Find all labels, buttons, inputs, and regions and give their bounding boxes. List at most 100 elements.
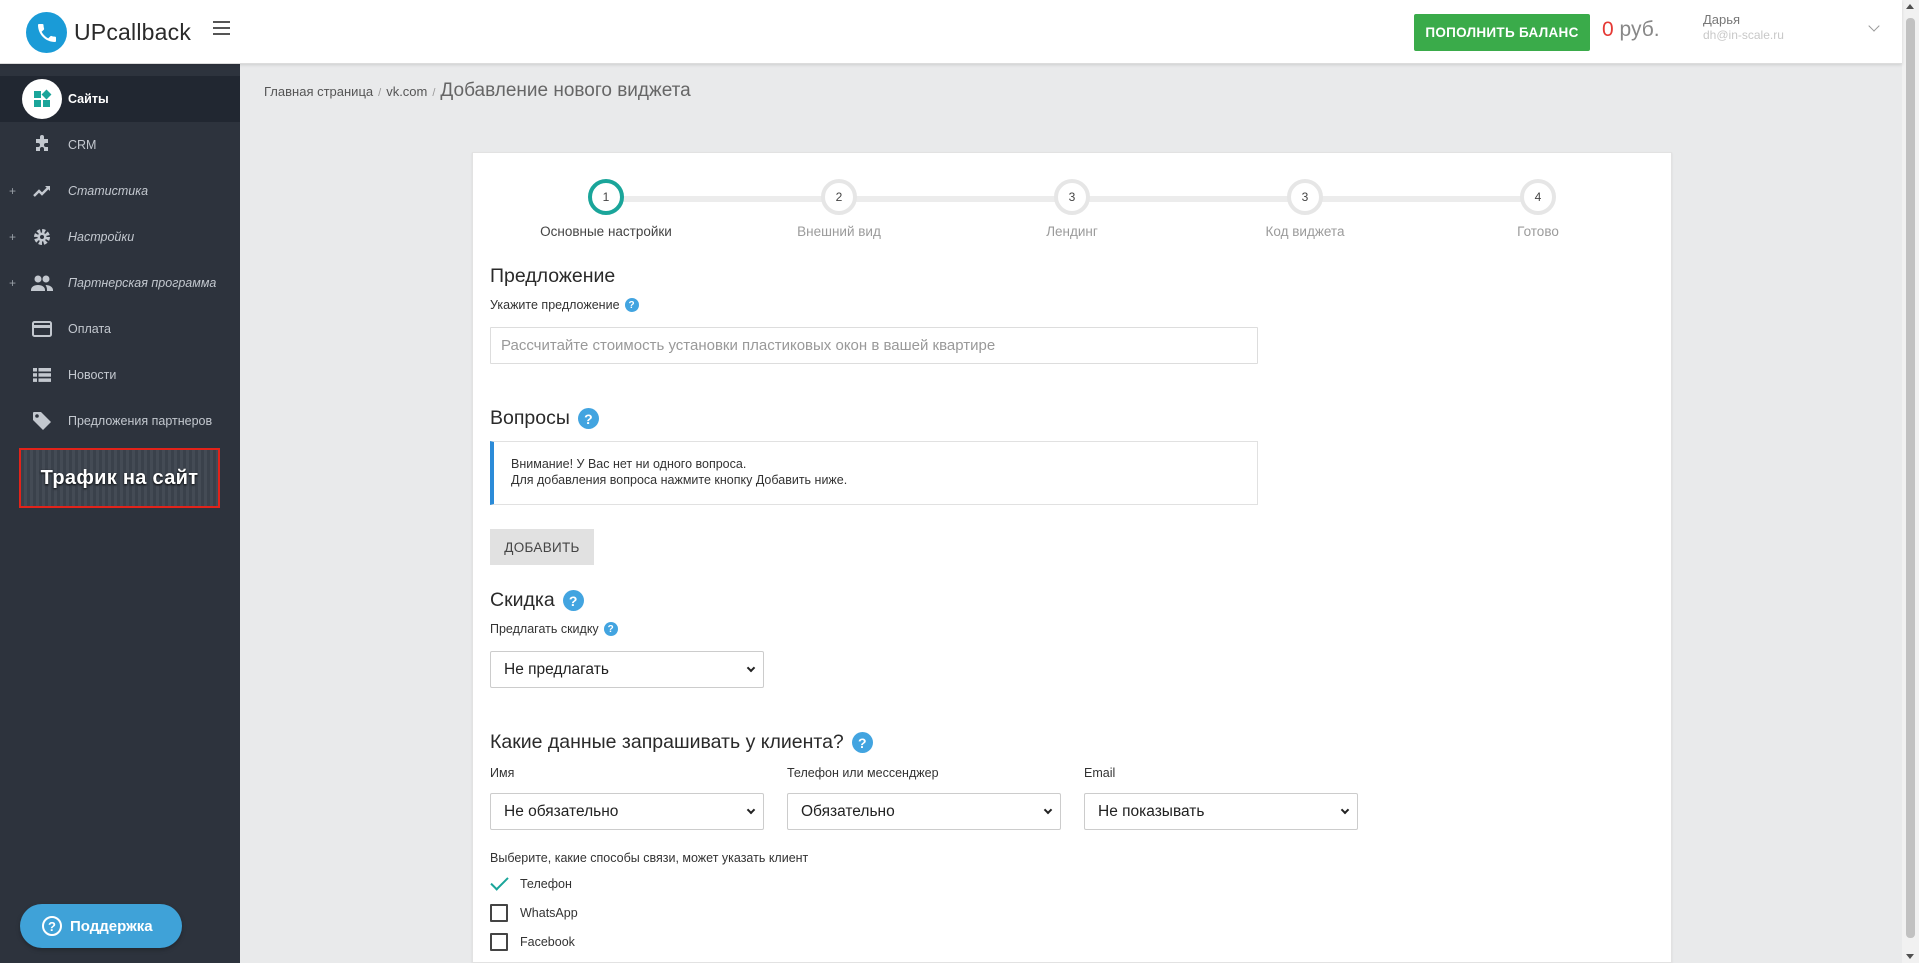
card-icon bbox=[31, 318, 53, 340]
step-number: 2 bbox=[821, 179, 857, 215]
contact-option-phone[interactable]: Телефон bbox=[490, 875, 572, 893]
puzzle-icon bbox=[31, 134, 53, 156]
expand-icon: + bbox=[9, 276, 17, 290]
help-icon[interactable]: ? bbox=[624, 298, 639, 312]
breadcrumb: Главная страница / vk.com / Добавление н… bbox=[264, 80, 691, 102]
step-landing[interactable]: 3 Лендинг bbox=[992, 179, 1152, 239]
balance-amount: 0 bbox=[1602, 18, 1614, 41]
breadcrumb-home-link[interactable]: Главная страница bbox=[264, 84, 373, 99]
trending-icon bbox=[31, 180, 53, 202]
help-icon[interactable]: ? bbox=[851, 732, 873, 753]
step-basic-settings[interactable]: 1 Основные настройки bbox=[526, 179, 686, 239]
sidebar-item-label: Оплата bbox=[68, 322, 111, 336]
gear-icon bbox=[31, 226, 53, 248]
no-questions-alert: Внимание! У Вас нет ни одного вопроса. Д… bbox=[490, 441, 1258, 505]
email-field-label: Email bbox=[1084, 766, 1116, 780]
scroll-up-icon[interactable] bbox=[1906, 4, 1914, 9]
chevron-down-icon bbox=[746, 663, 756, 673]
discount-select[interactable]: Не предлагать bbox=[490, 651, 764, 688]
section-title-discount: Скидка ? bbox=[490, 589, 584, 612]
step-appearance[interactable]: 2 Внешний вид bbox=[759, 179, 919, 239]
contact-option-facebook[interactable]: Facebook bbox=[490, 933, 575, 951]
sidebar-item-statistics[interactable]: + Статистика bbox=[0, 168, 240, 214]
name-requirement-select[interactable]: Не обязательно bbox=[490, 793, 764, 830]
step-done[interactable]: 4 Готово bbox=[1458, 179, 1618, 239]
help-icon[interactable]: ? bbox=[603, 622, 618, 636]
sidebar-item-settings[interactable]: + Настройки bbox=[0, 214, 240, 260]
help-icon[interactable]: ? bbox=[577, 408, 599, 429]
step-number: 3 bbox=[1054, 179, 1090, 215]
user-name: Дарья bbox=[1703, 12, 1741, 27]
balance-currency: руб. bbox=[1619, 18, 1660, 41]
section-title-text: Скидка bbox=[490, 589, 555, 611]
chevron-down-icon bbox=[1340, 805, 1350, 815]
checkmark-icon bbox=[490, 875, 508, 893]
checkbox[interactable] bbox=[490, 904, 508, 922]
user-menu[interactable]: Дарья dh@in-scale.ru bbox=[1703, 12, 1784, 42]
sites-icon bbox=[22, 79, 62, 119]
phone-requirement-select[interactable]: Обязательно bbox=[787, 793, 1061, 830]
select-value: Не предлагать bbox=[504, 660, 609, 678]
section-title-questions: Вопросы ? bbox=[490, 407, 599, 430]
sidebar-item-label: Новости bbox=[68, 368, 117, 382]
scroll-down-icon[interactable] bbox=[1906, 954, 1914, 959]
contacts-label: Выберите, какие способы связи, может ука… bbox=[490, 851, 808, 865]
select-value: Не обязательно bbox=[504, 802, 619, 820]
sidebar-item-crm[interactable]: CRM bbox=[0, 122, 240, 168]
traffic-banner-text: Трафик на сайт bbox=[40, 466, 199, 489]
section-title-text: Какие данные запрашивать у клиента? bbox=[490, 731, 844, 753]
discount-field-label: Предлагать скидку ? bbox=[490, 622, 618, 636]
sidebar-item-partner-offers[interactable]: Предложения партнеров bbox=[0, 398, 240, 444]
help-icon[interactable]: ? bbox=[562, 590, 584, 611]
section-title-offer: Предложение bbox=[490, 265, 615, 288]
sidebar-item-label: Сайты bbox=[68, 92, 109, 106]
section-title-text: Предложение bbox=[490, 265, 616, 287]
name-field-label: Имя bbox=[490, 766, 515, 780]
logo[interactable]: UPcallback bbox=[26, 12, 191, 53]
step-number: 1 bbox=[588, 179, 624, 215]
add-question-button[interactable]: ДОБАВИТЬ bbox=[490, 529, 594, 565]
phone-icon bbox=[26, 12, 67, 53]
expand-icon: + bbox=[9, 184, 17, 198]
expand-icon: + bbox=[9, 230, 17, 244]
sidebar-item-partner-program[interactable]: + Партнерская программа bbox=[0, 260, 240, 306]
chevron-down-icon bbox=[746, 805, 756, 815]
offer-field-label: Укажите предложение ? bbox=[490, 298, 639, 312]
step-widget-code[interactable]: 3 Код виджета bbox=[1225, 179, 1385, 239]
menu-toggle-icon[interactable] bbox=[213, 21, 230, 35]
sidebar-item-news[interactable]: Новости bbox=[0, 352, 240, 398]
breadcrumb-separator: / bbox=[432, 87, 436, 99]
field-label-text: Предлагать скидку bbox=[490, 622, 599, 636]
tag-icon bbox=[31, 410, 53, 432]
step-label: Лендинг bbox=[1046, 224, 1098, 239]
support-button[interactable]: ? Поддержка bbox=[20, 904, 182, 948]
traffic-banner[interactable]: Трафик на сайт bbox=[19, 448, 220, 508]
sidebar-item-label: Партнерская программа bbox=[68, 276, 217, 290]
chevron-down-icon[interactable] bbox=[1868, 20, 1880, 32]
sidebar-item-label: Настройки bbox=[68, 230, 135, 244]
people-icon bbox=[31, 272, 53, 294]
sidebar-item-payment[interactable]: Оплата bbox=[0, 306, 240, 352]
support-label: Поддержка bbox=[70, 917, 153, 935]
select-value: Обязательно bbox=[801, 802, 895, 820]
contact-option-whatsapp[interactable]: WhatsApp bbox=[490, 904, 578, 922]
section-title-text: Вопросы bbox=[490, 407, 570, 429]
step-label: Код виджета bbox=[1265, 224, 1345, 239]
offer-input[interactable] bbox=[490, 327, 1258, 364]
breadcrumb-separator: / bbox=[378, 87, 382, 99]
email-requirement-select[interactable]: Не показывать bbox=[1084, 793, 1358, 830]
list-icon bbox=[31, 364, 53, 386]
topup-balance-button[interactable]: ПОПОЛНИТЬ БАЛАНС bbox=[1414, 14, 1590, 51]
scroll-thumb[interactable] bbox=[1906, 18, 1915, 938]
step-label: Основные настройки bbox=[540, 224, 672, 239]
logo-text: UPcallback bbox=[74, 19, 192, 45]
alert-line: Внимание! У Вас нет ни одного вопроса. bbox=[511, 457, 747, 471]
top-bar: UPcallback ПОПОЛНИТЬ БАЛАНС 0 руб. Дарья… bbox=[0, 0, 1902, 64]
step-label: Готово bbox=[1517, 224, 1559, 239]
sidebar-item-label: Предложения партнеров bbox=[68, 414, 213, 428]
contact-option-label: Телефон bbox=[520, 877, 572, 891]
page-scrollbar[interactable] bbox=[1902, 0, 1919, 963]
sidebar-item-sites[interactable]: Сайты bbox=[0, 76, 240, 122]
checkbox[interactable] bbox=[490, 933, 508, 951]
breadcrumb-site-link[interactable]: vk.com bbox=[386, 84, 427, 99]
